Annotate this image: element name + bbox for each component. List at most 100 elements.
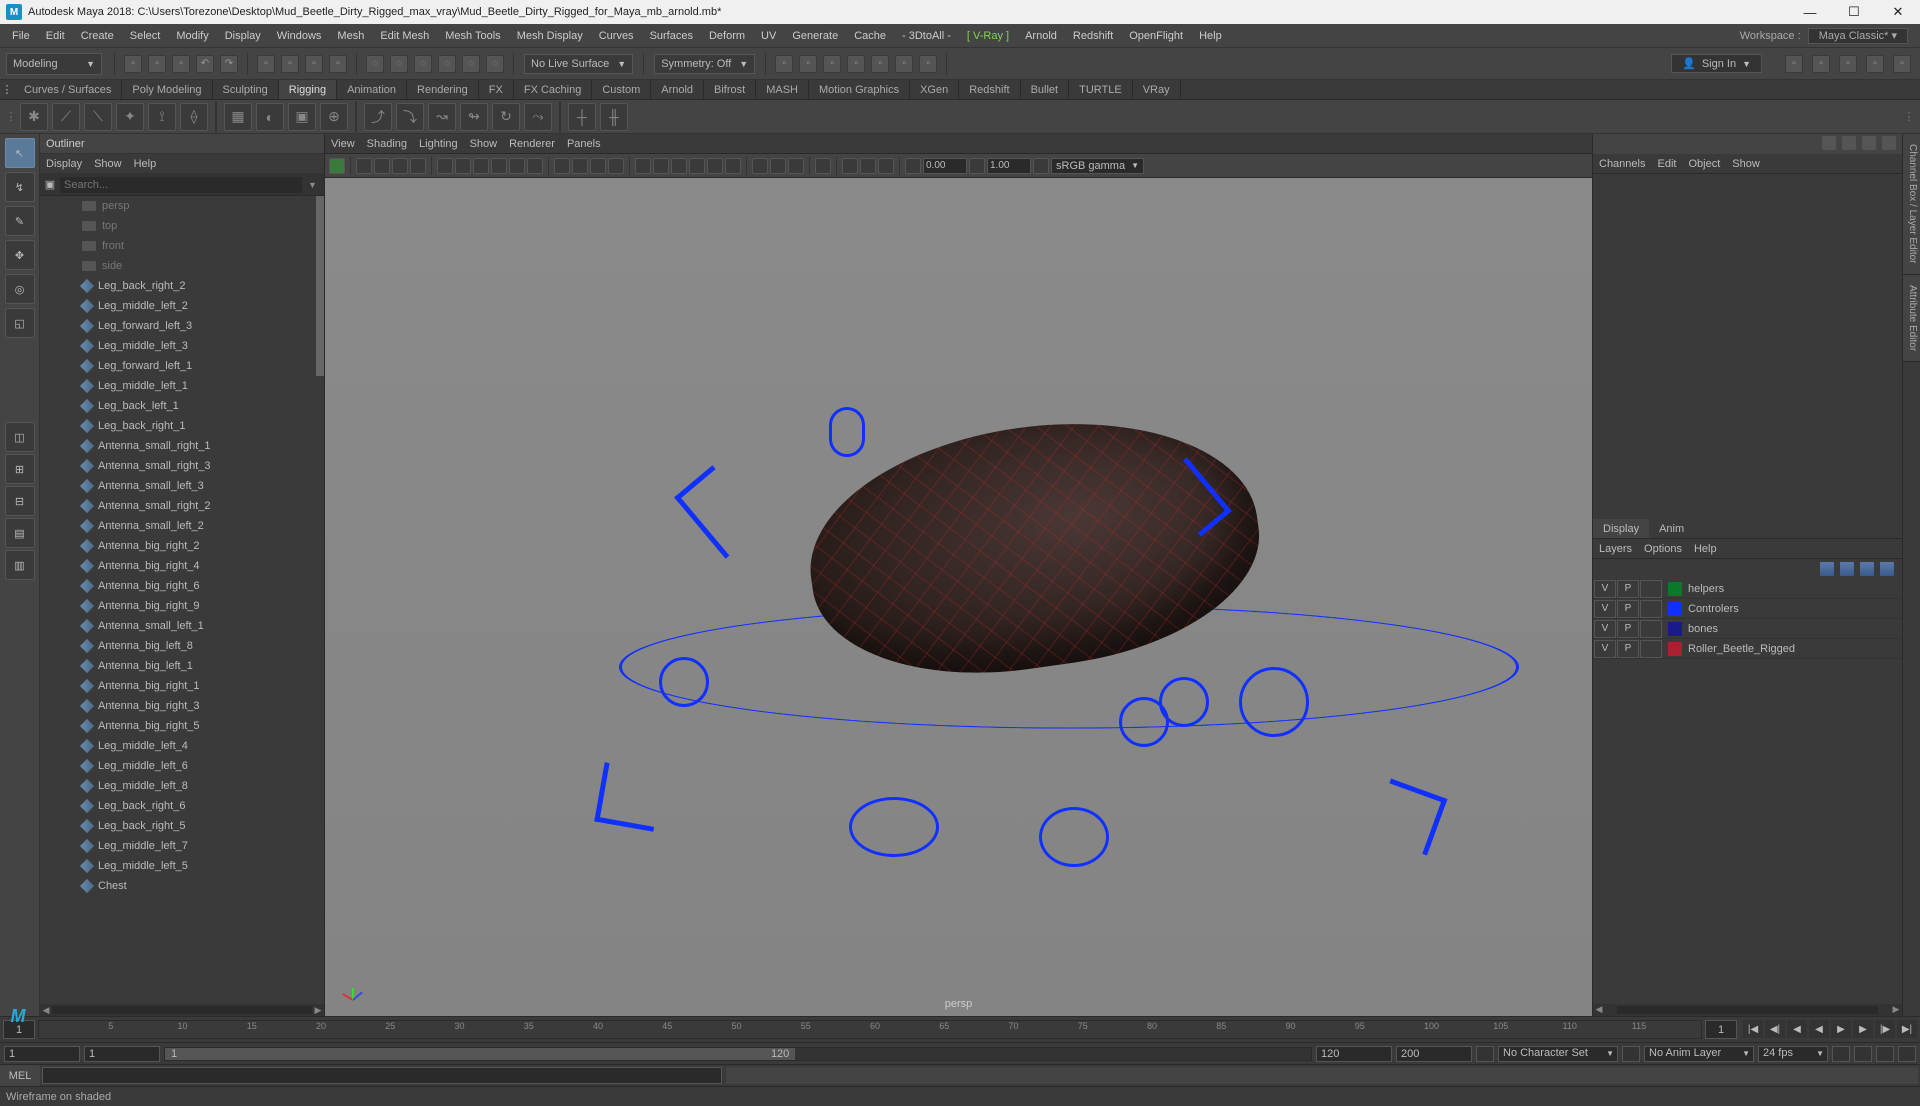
- vp-icon[interactable]: [842, 158, 858, 174]
- vp-icon[interactable]: [410, 158, 426, 174]
- menu-curves[interactable]: Curves: [591, 30, 642, 42]
- select-mode-icon4[interactable]: ▫: [329, 55, 347, 73]
- shelf-tab-animation[interactable]: Animation: [337, 80, 407, 99]
- layout-preset-4[interactable]: ▤: [5, 518, 35, 548]
- undo-icon[interactable]: ↶: [196, 55, 214, 73]
- outliner-node[interactable]: Leg_forward_left_3: [40, 316, 314, 336]
- shelf-tab-fx-caching[interactable]: FX Caching: [514, 80, 592, 99]
- play-back-button[interactable]: ◀: [1809, 1020, 1829, 1038]
- snap-icon5[interactable]: ◌: [462, 55, 480, 73]
- shelf-tab-mash[interactable]: MASH: [756, 80, 809, 99]
- shelf-icon-11[interactable]: ⤴: [364, 103, 392, 131]
- vp-icon[interactable]: [608, 158, 624, 174]
- vp-icon[interactable]: [689, 158, 705, 174]
- render-icon5[interactable]: ▫: [871, 55, 889, 73]
- shelf-icon-17[interactable]: ┼: [568, 103, 596, 131]
- layout-icon1[interactable]: ▫: [1785, 55, 1803, 73]
- range-icon[interactable]: [1476, 1046, 1494, 1062]
- mode-selector[interactable]: Modeling▼: [6, 53, 102, 75]
- menu-file[interactable]: File: [4, 30, 38, 42]
- outliner-hscroll[interactable]: ◀▶: [40, 1004, 324, 1016]
- ch-menu-edit[interactable]: Edit: [1657, 158, 1676, 170]
- outliner-camera-persp[interactable]: persp: [40, 196, 314, 216]
- prefs-icon[interactable]: [1898, 1046, 1916, 1062]
- save-scene-icon[interactable]: ▫: [172, 55, 190, 73]
- outliner-node[interactable]: Leg_middle_left_6: [40, 756, 314, 776]
- shelf-icon-10[interactable]: ⊕: [320, 103, 348, 131]
- menu-create[interactable]: Create: [73, 30, 122, 42]
- render-icon[interactable]: ▫: [775, 55, 793, 73]
- viewport-3d[interactable]: persp: [325, 178, 1592, 1016]
- render-icon2[interactable]: ▫: [799, 55, 817, 73]
- go-to-end-button[interactable]: ▶|: [1897, 1020, 1917, 1038]
- search-input[interactable]: [60, 177, 302, 193]
- outliner-node[interactable]: Antenna_big_right_9: [40, 596, 314, 616]
- menu-deform[interactable]: Deform: [701, 30, 753, 42]
- shelf-tab-bifrost[interactable]: Bifrost: [704, 80, 756, 99]
- vp-menu-panels[interactable]: Panels: [567, 138, 601, 150]
- symmetry-dropdown[interactable]: Symmetry: Off▼: [654, 54, 755, 74]
- range-icon4[interactable]: [1876, 1046, 1894, 1062]
- autokey-icon[interactable]: [1832, 1046, 1850, 1062]
- shelf-tab-poly-modeling[interactable]: Poly Modeling: [122, 80, 212, 99]
- menu-redshift[interactable]: Redshift: [1065, 30, 1121, 42]
- shelf-icon-1[interactable]: ✱: [20, 103, 48, 131]
- shelf-tab-custom[interactable]: Custom: [592, 80, 651, 99]
- outliner-node[interactable]: Antenna_big_right_5: [40, 716, 314, 736]
- shelf-icon-8[interactable]: ◐: [256, 103, 284, 131]
- layout-preset-3[interactable]: ⊟: [5, 486, 35, 516]
- shelf-tab-rendering[interactable]: Rendering: [407, 80, 479, 99]
- step-back-button[interactable]: ◀: [1787, 1020, 1807, 1038]
- shelf-tab-bullet[interactable]: Bullet: [1021, 80, 1070, 99]
- outliner-node[interactable]: Leg_middle_left_4: [40, 736, 314, 756]
- outliner-menu-help[interactable]: Help: [134, 158, 157, 170]
- menu-help[interactable]: Help: [1191, 30, 1230, 42]
- vp-select-camera[interactable]: [329, 158, 345, 174]
- outliner-node[interactable]: Leg_middle_left_3: [40, 336, 314, 356]
- menu-generate[interactable]: Generate: [784, 30, 846, 42]
- workspace-dropdown[interactable]: Maya Classic* ▾: [1808, 28, 1908, 44]
- layer-row[interactable]: VPControlers: [1593, 599, 1902, 619]
- outliner-node[interactable]: Antenna_big_right_2: [40, 536, 314, 556]
- shelf-tab-curves-surfaces[interactable]: Curves / Surfaces: [14, 80, 122, 99]
- shelf-tab-vray[interactable]: VRay: [1133, 80, 1181, 99]
- shelf-icon-4[interactable]: ✦: [116, 103, 144, 131]
- range-end-outer[interactable]: 200: [1396, 1046, 1472, 1062]
- snap-icon6[interactable]: ◌: [486, 55, 504, 73]
- layer-row[interactable]: VPhelpers: [1593, 579, 1902, 599]
- outliner-node[interactable]: Antenna_big_left_8: [40, 636, 314, 656]
- new-scene-icon[interactable]: ▫: [124, 55, 142, 73]
- vp-menu-lighting[interactable]: Lighting: [419, 138, 458, 150]
- snap-icon2[interactable]: ◌: [390, 55, 408, 73]
- outliner-node[interactable]: Antenna_small_left_2: [40, 516, 314, 536]
- range-track[interactable]: 1120: [164, 1047, 1312, 1061]
- outliner-node[interactable]: Leg_middle_left_8: [40, 776, 314, 796]
- layer-row[interactable]: VPbones: [1593, 619, 1902, 639]
- shelf-grip[interactable]: ⋮: [0, 80, 14, 99]
- range-icon3[interactable]: [1854, 1046, 1872, 1062]
- outliner-node[interactable]: Leg_middle_left_5: [40, 856, 314, 876]
- vp-icon[interactable]: [770, 158, 786, 174]
- minimize-button[interactable]: —: [1794, 2, 1826, 22]
- rotate-tool[interactable]: ◎: [5, 274, 35, 304]
- layout-icon2[interactable]: ▫: [1812, 55, 1830, 73]
- rtop-icon4[interactable]: [1882, 136, 1896, 150]
- vp-icon[interactable]: [752, 158, 768, 174]
- vp-menu-renderer[interactable]: Renderer: [509, 138, 555, 150]
- shelf-tab-fx[interactable]: FX: [479, 80, 514, 99]
- menu-uv[interactable]: UV: [753, 30, 784, 42]
- vp-icon[interactable]: [554, 158, 570, 174]
- vp-xray-icon[interactable]: [671, 158, 687, 174]
- mel-label[interactable]: MEL: [0, 1065, 40, 1086]
- shelf-icon-5[interactable]: ⟟: [148, 103, 176, 131]
- vp-icon[interactable]: [455, 158, 471, 174]
- menu-windows[interactable]: Windows: [269, 30, 330, 42]
- vp-icon[interactable]: [788, 158, 804, 174]
- shelf-tab-motion-graphics[interactable]: Motion Graphics: [809, 80, 910, 99]
- side-tab-attribute-editor[interactable]: Attribute Editor: [1903, 275, 1920, 362]
- outliner-menu-display[interactable]: Display: [46, 158, 82, 170]
- vp-icon[interactable]: [878, 158, 894, 174]
- select-mode-icon3[interactable]: ▫: [305, 55, 323, 73]
- shelf-icon-3[interactable]: ⟍: [84, 103, 112, 131]
- menu-mesh[interactable]: Mesh: [329, 30, 372, 42]
